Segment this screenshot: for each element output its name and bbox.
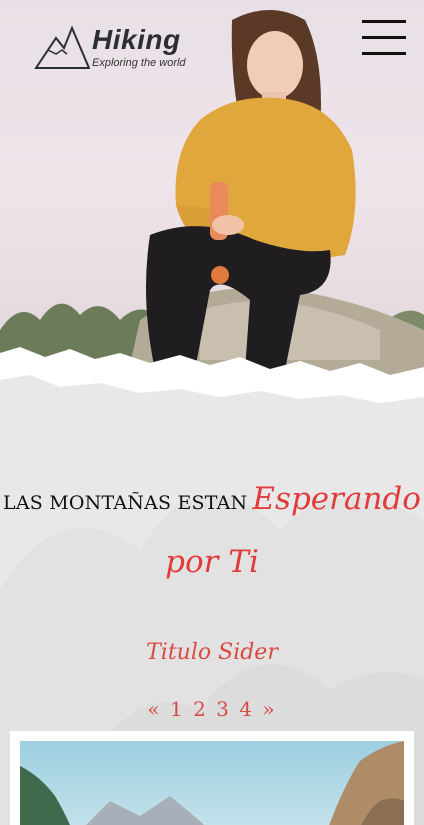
brand-name: Hiking	[92, 24, 181, 55]
slider-title: Titulo Sider	[146, 640, 278, 665]
headline-red-text-1: Esperando	[252, 481, 421, 517]
slider-card[interactable]	[10, 731, 414, 825]
brand-tagline: Exploring the world	[92, 57, 186, 69]
headline-dark-text: LAS MONTAÑAS ESTAN	[3, 492, 248, 514]
pager-page-4[interactable]: 4	[239, 697, 254, 721]
hamburger-menu-icon[interactable]	[362, 20, 406, 60]
pager-page-1[interactable]: 1	[170, 697, 185, 721]
main-content: LAS MONTAÑAS ESTAN Esperando por Ti Titu…	[0, 410, 424, 825]
slider-pagination: « 1 2 3 4 »	[0, 697, 424, 721]
brand-logo[interactable]: Hiking Exploring the world	[34, 22, 204, 72]
pager-page-3[interactable]: 3	[216, 697, 231, 721]
mountain-logo-icon	[34, 25, 90, 69]
slider-image	[20, 741, 404, 825]
pager-prev[interactable]: «	[147, 697, 161, 721]
headline-red-text-2: por Ti	[165, 544, 259, 580]
pager-page-2[interactable]: 2	[193, 697, 208, 721]
headline: LAS MONTAÑAS ESTAN Esperando por Ti	[0, 470, 424, 596]
pager-next[interactable]: »	[262, 697, 276, 721]
